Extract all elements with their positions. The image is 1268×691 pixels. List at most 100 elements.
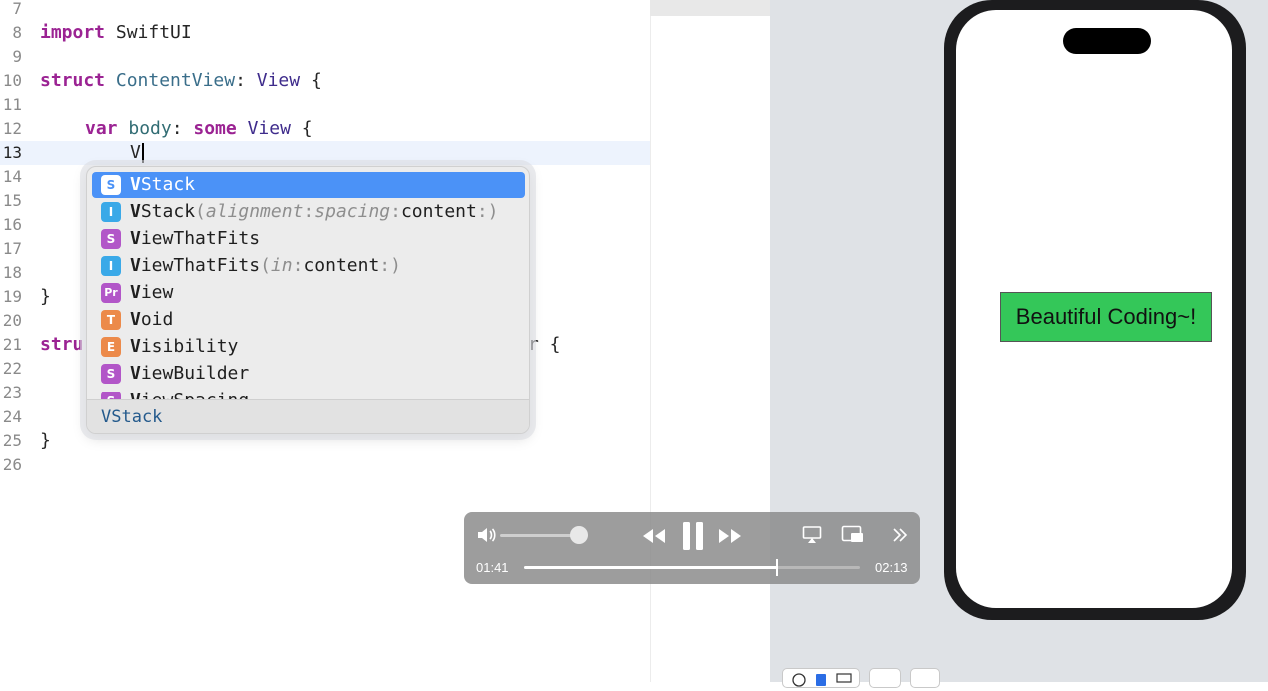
suggestion-label: isibility bbox=[140, 336, 239, 357]
arg-sep: : bbox=[390, 201, 401, 222]
airplay-icon[interactable] bbox=[802, 525, 832, 553]
typealias-badge-icon: T bbox=[101, 310, 121, 330]
line-number: 9 bbox=[12, 47, 22, 66]
suggestion-label: iewThatFits bbox=[140, 228, 261, 249]
code-line[interactable]: 11 bbox=[0, 93, 650, 117]
line-number: 8 bbox=[12, 23, 22, 42]
line-number: 22 bbox=[2, 359, 22, 378]
match-prefix: V bbox=[130, 174, 141, 195]
match-prefix: V bbox=[130, 336, 141, 357]
line-number: 7 bbox=[12, 0, 22, 18]
close-brace: } bbox=[40, 286, 51, 307]
divider-strip bbox=[650, 0, 770, 16]
line-number: 14 bbox=[2, 167, 22, 186]
volume-knob[interactable] bbox=[570, 526, 589, 544]
playback-progress-fill bbox=[524, 566, 777, 569]
autocomplete-detail: VStack bbox=[87, 399, 529, 433]
device-settings-button[interactable] bbox=[910, 668, 940, 688]
suggestion-void-type[interactable]: T Void bbox=[92, 307, 525, 333]
speaker-icon[interactable] bbox=[476, 526, 496, 544]
code-line-current[interactable]: 13 V bbox=[0, 141, 650, 165]
arg-label: in bbox=[270, 255, 293, 276]
autocomplete-popup[interactable]: S VStack I VStack(alignment:spacing:cont… bbox=[86, 166, 530, 434]
suggestion-view-protocol[interactable]: Pr View bbox=[92, 280, 525, 306]
line-number: 21 bbox=[2, 335, 22, 354]
fast-forward-icon[interactable] bbox=[716, 522, 746, 550]
line-number: 18 bbox=[2, 263, 22, 282]
line-number: 15 bbox=[2, 191, 22, 210]
line-number: 19 bbox=[2, 287, 22, 306]
match-prefix: V bbox=[130, 201, 141, 222]
protocol-badge-icon: Pr bbox=[101, 283, 121, 303]
match-prefix: V bbox=[130, 228, 141, 249]
suggestion-label: iewBuilder bbox=[140, 363, 250, 384]
keyword-struct-partial: stru bbox=[40, 334, 84, 355]
suggestion-label: Stack bbox=[140, 174, 196, 195]
text-caret bbox=[141, 143, 144, 163]
match-prefix: V bbox=[130, 309, 141, 330]
line-number: 17 bbox=[2, 239, 22, 258]
keyword-import: import bbox=[40, 22, 106, 43]
arg-label: content bbox=[303, 255, 380, 276]
type-view: View bbox=[236, 118, 291, 139]
paren: :) bbox=[379, 255, 401, 276]
arg-label: content bbox=[400, 201, 477, 222]
playback-scrubber[interactable] bbox=[776, 559, 778, 576]
close-brace: } bbox=[40, 430, 51, 451]
line-number: 12 bbox=[2, 119, 22, 138]
current-time: 01:41 bbox=[476, 560, 509, 575]
suggestion-viewthatfits-struct[interactable]: S ViewThatFits bbox=[92, 226, 525, 252]
suggestion-visibility-enum[interactable]: E Visibility bbox=[92, 334, 525, 360]
arg-label: alignment bbox=[205, 201, 304, 222]
open-brace: { bbox=[300, 70, 322, 91]
match-prefix: V bbox=[130, 363, 141, 384]
line-number: 25 bbox=[2, 431, 22, 450]
code-line[interactable]: 10 struct ContentView: View { bbox=[0, 69, 650, 93]
typed-text: V bbox=[130, 142, 141, 163]
keyword-struct: struct bbox=[40, 70, 106, 91]
picture-in-picture-icon[interactable] bbox=[841, 525, 871, 553]
line-number: 16 bbox=[2, 215, 22, 234]
line-number: 11 bbox=[2, 95, 22, 114]
device-screen[interactable]: Beautiful Coding~! bbox=[956, 10, 1232, 608]
code-line[interactable]: 12 var body: some View { bbox=[0, 117, 650, 141]
match-prefix: V bbox=[130, 255, 141, 276]
code-line[interactable]: 7 bbox=[0, 0, 650, 21]
line-number: 23 bbox=[2, 383, 22, 402]
module-name: SwiftUI bbox=[105, 22, 192, 43]
match-prefix: V bbox=[130, 282, 141, 303]
pause-icon[interactable] bbox=[678, 520, 708, 550]
playback-progress-bar[interactable] bbox=[524, 559, 860, 576]
property-body: body bbox=[117, 118, 172, 139]
enum-badge-icon: E bbox=[101, 337, 121, 357]
struct-badge-icon: S bbox=[101, 364, 121, 384]
paren: ( bbox=[260, 255, 271, 276]
suggestion-label: iewThatFits bbox=[140, 255, 261, 276]
variants-button[interactable] bbox=[869, 668, 901, 688]
line-number: 20 bbox=[2, 311, 22, 330]
code-line[interactable]: 26 bbox=[0, 453, 650, 477]
code-line[interactable]: 8 import SwiftUI bbox=[0, 21, 650, 45]
code-line[interactable]: 9 bbox=[0, 45, 650, 69]
line-number: 13 bbox=[2, 143, 22, 162]
suggestion-label: iew bbox=[140, 282, 174, 303]
paren: :) bbox=[476, 201, 499, 222]
beautiful-coding-label[interactable]: Beautiful Coding~! bbox=[1000, 292, 1212, 342]
line-number: 24 bbox=[2, 407, 22, 426]
suggestion-vstack-init[interactable]: I VStack(alignment:spacing:content:) bbox=[92, 199, 525, 225]
suggestion-label: oid bbox=[140, 309, 174, 330]
rewind-icon[interactable] bbox=[640, 522, 670, 550]
suggestion-viewthatfits-init[interactable]: I ViewThatFits(in:content:) bbox=[92, 253, 525, 279]
video-player-controls[interactable]: 01:41 02:13 bbox=[464, 512, 920, 584]
arg-sep: : bbox=[303, 201, 315, 222]
line-number: 10 bbox=[2, 71, 22, 90]
device-frame: Beautiful Coding~! bbox=[944, 0, 1246, 620]
struct-name: ContentView bbox=[105, 70, 236, 91]
arg-label: spacing bbox=[314, 201, 391, 222]
preview-mode-buttons[interactable] bbox=[782, 668, 860, 688]
chevron-double-right-icon[interactable] bbox=[890, 525, 920, 553]
colon: : bbox=[171, 118, 183, 139]
suggestion-viewbuilder-struct[interactable]: S ViewBuilder bbox=[92, 361, 525, 387]
suggestion-label: Stack bbox=[140, 201, 196, 222]
suggestion-vstack-struct[interactable]: S VStack bbox=[92, 172, 525, 198]
